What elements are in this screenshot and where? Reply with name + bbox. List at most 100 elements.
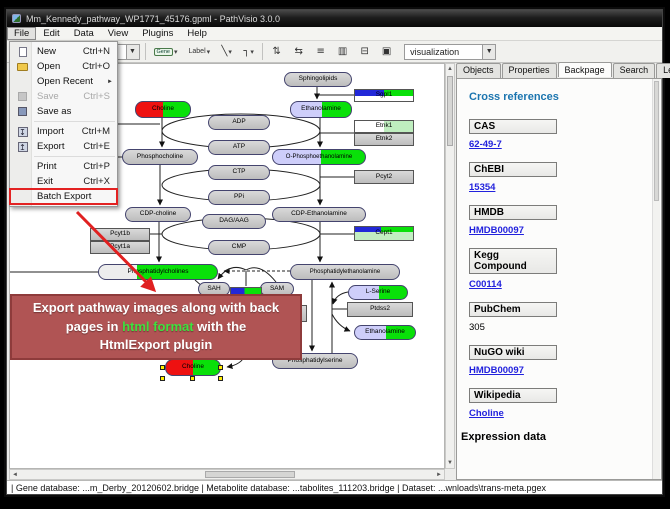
stack-vertical-button[interactable]: ≡ (312, 43, 329, 60)
align-horizontal-center-button[interactable]: ⇆ (290, 43, 307, 60)
scroll-down-icon[interactable]: ▼ (446, 458, 454, 468)
callout-line1: Export pathway images along with back (12, 299, 300, 318)
panel-scrollbar[interactable] (652, 79, 660, 479)
node-o-phosphoethanolamine[interactable]: O-Phosphoethanolamine (272, 149, 366, 165)
callout-line3: HtmlExport plugin (12, 336, 300, 355)
xref-link[interactable]: Choline (469, 408, 504, 419)
backpage-panel: Cross references CAS 62-49-7 ChEBI 15354… (456, 78, 662, 480)
visualization-combobox[interactable]: visualization (404, 44, 496, 60)
xref-section-cas: CAS 62-49-7 (469, 119, 661, 152)
menu-item-export[interactable]: Export Ctrl+E (10, 139, 117, 154)
menu-data[interactable]: Data (67, 27, 101, 40)
node-cdp-ethanolamine[interactable]: CDP-Ethanolamine (272, 207, 366, 222)
scrollbar-thumb[interactable] (447, 76, 453, 146)
elbow-connector-icon: ┐ (243, 46, 249, 57)
import-icon (14, 127, 31, 137)
gene-node-sgpl1[interactable]: Sgpl1 (354, 89, 414, 102)
xref-section-wikipedia: Wikipedia Choline (469, 388, 661, 421)
tab-legend[interactable]: Legend (656, 63, 670, 78)
menu-view[interactable]: View (101, 27, 135, 40)
label-tool-button[interactable]: Label (186, 43, 214, 60)
node-dag-aag[interactable]: DAG/AAG (202, 214, 266, 229)
line-tool-button[interactable]: ╲ (218, 43, 235, 60)
selection-handle[interactable] (160, 376, 165, 381)
menu-item-save-as[interactable]: Save as (10, 104, 117, 119)
cross-references-heading: Cross references (469, 91, 661, 103)
gene-node-pcyt1a[interactable]: Pcyt1a (90, 241, 150, 254)
node-cdp-choline[interactable]: CDP-choline (125, 207, 191, 222)
xref-link[interactable]: HMDB00097 (469, 225, 524, 236)
scrollbar-thumb[interactable] (205, 471, 295, 478)
xref-link[interactable]: HMDB00097 (469, 365, 524, 376)
selection-icon: ▣ (382, 46, 391, 57)
node-adp[interactable]: ADP (208, 115, 270, 130)
menu-help[interactable]: Help (180, 27, 214, 40)
scroll-up-icon[interactable]: ▲ (446, 64, 454, 74)
node-ethanolamine-bottom[interactable]: Ethanolamine (354, 325, 416, 340)
selection-button[interactable]: ▣ (378, 43, 395, 60)
gene-node-pcyt1b[interactable]: Pcyt1b (90, 228, 150, 241)
node-choline-selected[interactable]: Choline (165, 359, 221, 376)
node-ethanolamine-top[interactable]: Ethanolamine (290, 101, 352, 118)
menu-item-import[interactable]: Import Ctrl+M (10, 124, 117, 139)
menu-plugins[interactable]: Plugins (135, 27, 180, 40)
node-ctp[interactable]: CTP (208, 165, 270, 180)
canvas-horizontal-scrollbar[interactable]: ◄ ► (9, 469, 445, 480)
stack-horizontal-button[interactable]: ▥ (334, 43, 351, 60)
stack-vertical-icon: ≡ (316, 46, 324, 57)
menu-separator (34, 156, 115, 157)
gene-node-tool-button[interactable]: Gene (151, 43, 181, 60)
node-phosphatidylcholines[interactable]: Phosphatidylcholines (98, 264, 218, 280)
node-choline-top[interactable]: Choline (135, 101, 191, 118)
stack-horizontal-icon: ▥ (338, 46, 347, 57)
node-l-serine[interactable]: L-Serine (348, 285, 408, 300)
menu-item-batch-export[interactable]: Batch Export (10, 189, 117, 204)
connector-tool-button[interactable]: ┐ (240, 43, 257, 60)
node-sphingolipids[interactable]: Sphingolipids (284, 72, 352, 87)
gene-node-etnk2[interactable]: Etnk2 (354, 133, 414, 146)
menu-item-open-recent[interactable]: Open Recent (10, 74, 117, 89)
menu-edit[interactable]: Edit (36, 27, 66, 40)
status-text: | Gene database: ...m_Derby_20120602.bri… (11, 483, 546, 493)
tab-search[interactable]: Search (613, 63, 656, 78)
xref-header: CAS (469, 119, 557, 134)
selection-handle[interactable] (218, 376, 223, 381)
chevron-down-icon[interactable] (482, 45, 495, 59)
selection-handle[interactable] (160, 365, 165, 370)
tab-objects[interactable]: Objects (456, 63, 501, 78)
status-bar: | Gene database: ...m_Derby_20120602.bri… (7, 480, 662, 494)
gene-node-etnk1[interactable]: Etnk1 (354, 120, 414, 133)
selection-handle[interactable] (218, 365, 223, 370)
node-atp[interactable]: ATP (208, 140, 270, 155)
align-vertical-center-button[interactable]: ⇅ (268, 43, 285, 60)
xref-header: PubChem (469, 302, 557, 317)
scroll-right-icon[interactable]: ► (434, 470, 444, 479)
tab-backpage[interactable]: Backpage (558, 62, 612, 77)
xref-link[interactable]: 62-49-7 (469, 139, 502, 150)
xref-section-nugo: NuGO wiki HMDB00097 (469, 345, 661, 378)
node-cmp[interactable]: CMP (208, 240, 270, 255)
title-bar: Mm_Kennedy_pathway_WP1771_45176.gpml - P… (7, 10, 662, 27)
annotation-callout: Export pathway images along with back pa… (10, 294, 302, 360)
menu-item-new[interactable]: New Ctrl+N (10, 44, 117, 59)
xref-section-kegg: Kegg Compound C00114 (469, 248, 661, 292)
selection-handle[interactable] (190, 376, 195, 381)
chevron-down-icon[interactable] (126, 45, 139, 59)
tab-properties[interactable]: Properties (502, 63, 557, 78)
menu-file[interactable]: File (7, 27, 36, 40)
gene-node-cept1[interactable]: Cept1 (354, 226, 414, 241)
scrollbar-thumb[interactable] (654, 81, 659, 201)
menu-item-print[interactable]: Print Ctrl+P (10, 159, 117, 174)
gene-node-ptdss2[interactable]: Ptdss2 (347, 302, 413, 317)
xref-link[interactable]: 15354 (469, 182, 495, 193)
canvas-vertical-scrollbar[interactable]: ▲ ▼ (445, 63, 455, 469)
scroll-left-icon[interactable]: ◄ (10, 470, 20, 479)
common-size-button[interactable]: ⊟ (356, 43, 373, 60)
node-phosphocholine[interactable]: Phosphocholine (122, 149, 198, 165)
menu-item-exit[interactable]: Exit Ctrl+X (10, 174, 117, 189)
menu-item-open[interactable]: Open Ctrl+O (10, 59, 117, 74)
node-phosphatidylethanolamine[interactable]: Phosphatidylethanolamine (290, 264, 400, 280)
xref-link[interactable]: C00114 (469, 279, 502, 290)
node-ppi[interactable]: PPi (208, 190, 270, 205)
gene-node-pcyt2[interactable]: Pcyt2 (354, 170, 414, 184)
